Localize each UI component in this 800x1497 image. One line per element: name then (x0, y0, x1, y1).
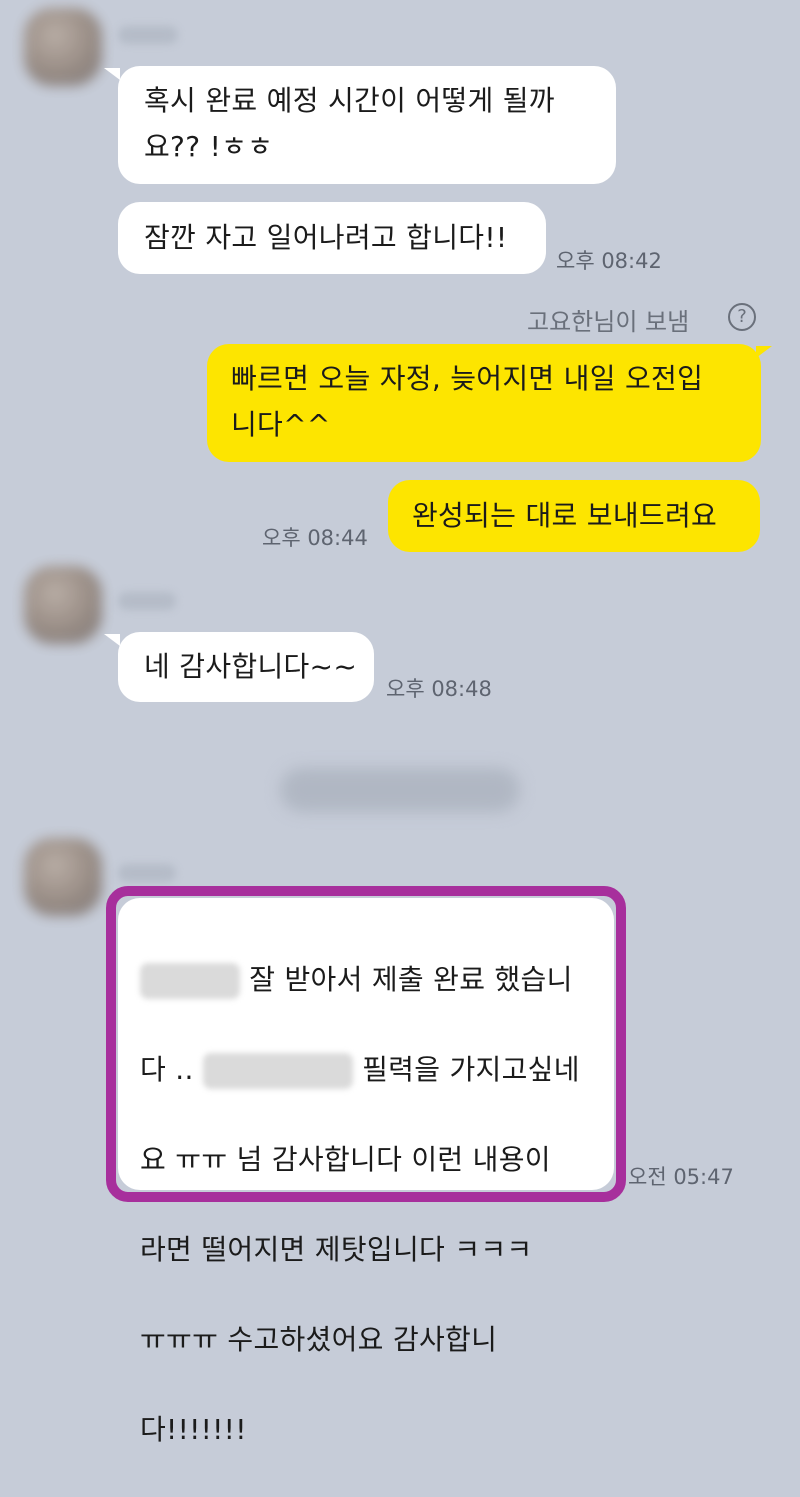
avatar[interactable] (24, 838, 102, 916)
message-bubble-incoming[interactable]: 잠깐 자고 일어나려고 합니다!! (118, 202, 546, 274)
message-timestamp: 오전 05:47 (628, 1165, 734, 1189)
message-line: 다!!!!!!! (140, 1413, 247, 1446)
avatar[interactable] (24, 566, 102, 644)
message-bubble-outgoing[interactable]: 빠르면 오늘 자정, 늦어지면 내일 오전입 니다^^ (207, 344, 761, 462)
question-circle-icon[interactable]: ? (728, 303, 756, 331)
bubble-tail (104, 634, 120, 646)
sent-by-note: 고요한님이 보냄 (527, 308, 690, 336)
bubble-tail (104, 68, 120, 80)
sender-name (118, 26, 178, 44)
message-bubble-outgoing[interactable]: 완성되는 대로 보내드려요 (388, 480, 760, 552)
avatar[interactable] (24, 8, 102, 86)
message-timestamp: 오후 08:42 (556, 249, 662, 273)
highlight-box (106, 886, 626, 1202)
message-timestamp: 오후 08:48 (386, 677, 492, 701)
message-timestamp: 오후 08:44 (262, 526, 368, 550)
date-divider (280, 768, 520, 812)
message-line: ㅠㅠㅠ 수고하셨어요 감사합니 (140, 1323, 498, 1356)
sender-name (118, 864, 176, 882)
message-bubble-incoming[interactable]: 혹시 완료 예정 시간이 어떻게 될까 요?? !ㅎㅎ (118, 66, 616, 184)
sender-name (118, 592, 176, 610)
message-line: 라면 떨어지면 제탓입니다 ㅋㅋㅋ (140, 1233, 533, 1266)
message-bubble-incoming[interactable]: 네 감사합니다~~ (118, 632, 374, 702)
